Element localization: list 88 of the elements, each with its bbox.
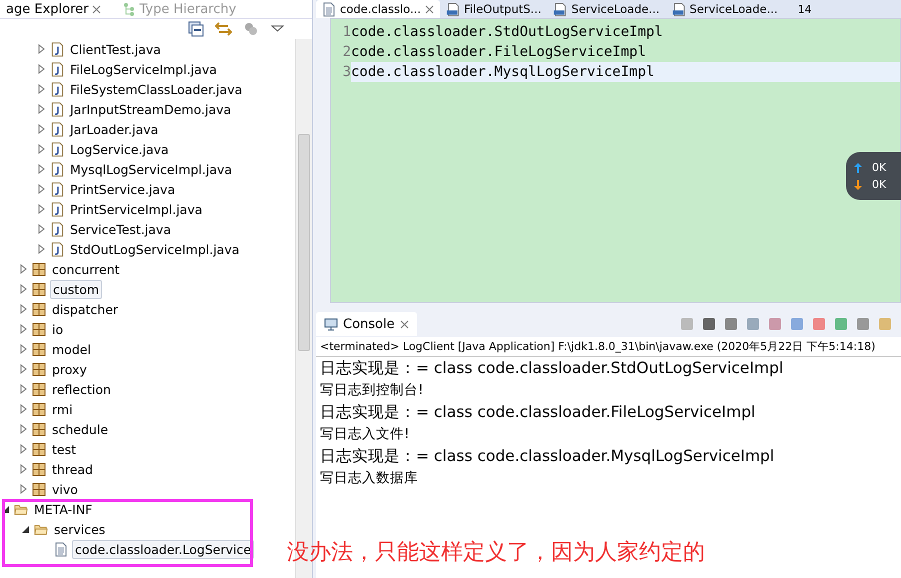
java-file-icon bbox=[50, 242, 64, 256]
console-line: 写日志入文件! bbox=[319, 425, 410, 444]
package-icon bbox=[32, 422, 46, 436]
line-number: 3 bbox=[331, 62, 351, 82]
package-icon bbox=[32, 442, 46, 456]
tree-item[interactable]: ClientTest.java bbox=[68, 40, 163, 58]
tree-item[interactable]: PrintService.java bbox=[68, 180, 178, 198]
monitor-icon bbox=[324, 318, 338, 330]
collapse-all-icon[interactable] bbox=[188, 21, 205, 37]
close-icon[interactable] bbox=[400, 320, 409, 328]
java-file-icon bbox=[50, 142, 64, 156]
package-icon bbox=[32, 362, 46, 376]
code-line: code.classloader.StdOutLogServiceImpl bbox=[351, 24, 663, 40]
java-file-icon bbox=[50, 202, 64, 216]
code-line: code.classloader.MysqlLogServiceImpl bbox=[351, 64, 654, 80]
upload-speed: 0K bbox=[872, 161, 886, 174]
class-file-icon bbox=[446, 2, 460, 16]
expanded-arrow-icon[interactable] bbox=[2, 504, 10, 514]
console-line: 日志实现是：= class code.classloader.StdOutLogServiceImpl bbox=[319, 358, 784, 379]
link-editor-icon[interactable] bbox=[215, 21, 232, 37]
package-icon bbox=[32, 482, 46, 496]
console-status: <terminated> LogClient [Java Application] F:\jdk1.8.0_31\bin\javaw.exe (2020年5月22日 下午5:14:18) bbox=[316, 337, 901, 357]
tree-item[interactable]: ServiceTest.java bbox=[68, 220, 173, 238]
java-file-icon bbox=[50, 42, 64, 56]
tree-item[interactable]: vivo bbox=[50, 480, 80, 498]
java-file-icon bbox=[50, 162, 64, 176]
tree-item[interactable]: META-INF bbox=[32, 500, 94, 518]
tree-item[interactable]: proxy bbox=[50, 360, 89, 378]
tree-item[interactable]: FileSystemClassLoader.java bbox=[68, 80, 244, 98]
package-icon bbox=[32, 282, 46, 296]
tree-item[interactable]: JarLoader.java bbox=[68, 120, 160, 138]
package-icon bbox=[32, 302, 46, 316]
tree-item[interactable]: rmi bbox=[50, 400, 75, 418]
tree-item[interactable]: PrintServiceImpl.java bbox=[68, 200, 204, 218]
tree-item[interactable]: MysqlLogServiceImpl.java bbox=[68, 160, 234, 178]
tree-item[interactable]: FileLogServiceImpl.java bbox=[68, 60, 219, 78]
java-file-icon bbox=[50, 222, 64, 236]
editor-tab[interactable]: FileOutputS... bbox=[440, 0, 548, 18]
class-file-icon bbox=[553, 2, 568, 16]
tree-item[interactable]: thread bbox=[50, 460, 95, 478]
package-icon bbox=[32, 402, 46, 416]
view-tab[interactable]: age Explorer bbox=[0, 2, 108, 16]
java-file-icon bbox=[50, 62, 64, 76]
tree-item[interactable]: reflection bbox=[50, 380, 113, 398]
console-line: 写日志到控制台! bbox=[319, 381, 424, 400]
hidden-tabs-count[interactable]: 14 bbox=[798, 2, 812, 16]
tree-item[interactable]: test bbox=[50, 440, 78, 458]
console-line: 写日志入数据库 bbox=[319, 469, 419, 488]
package-icon bbox=[32, 322, 46, 336]
text-file-icon bbox=[322, 2, 336, 16]
download-arrow-icon bbox=[854, 180, 862, 190]
expanded-arrow-icon[interactable] bbox=[22, 524, 30, 534]
annotation-text: 没办法，只能这样定义了，因为人家约定的 bbox=[287, 539, 705, 567]
tree-item[interactable]: model bbox=[50, 340, 93, 358]
tree-item[interactable]: StdOutLogServiceImpl.java bbox=[68, 240, 242, 258]
package-icon bbox=[32, 342, 46, 356]
close-icon[interactable] bbox=[424, 4, 434, 14]
package-icon bbox=[32, 262, 46, 276]
console-line: 日志实现是：= class code.classloader.FileLogServiceImpl bbox=[319, 402, 756, 423]
editor-tab[interactable]: ServiceLoade... bbox=[547, 0, 666, 18]
code-line: code.classloader.FileLogServiceImpl bbox=[351, 44, 646, 60]
editor-tab[interactable]: ServiceLoade... bbox=[666, 0, 784, 18]
tree-item[interactable]: io bbox=[50, 320, 66, 338]
tree-item[interactable]: schedule bbox=[50, 420, 110, 438]
tree-item[interactable]: dispatcher bbox=[50, 300, 120, 318]
console-tab[interactable]: Console bbox=[316, 312, 417, 336]
scrollbar-thumb[interactable] bbox=[298, 134, 310, 351]
package-icon bbox=[32, 382, 46, 396]
editor-tab[interactable]: code.classlo... bbox=[316, 0, 440, 18]
tree-item[interactable]: services bbox=[52, 520, 108, 538]
package-icon bbox=[32, 462, 46, 476]
tree-item[interactable]: custom bbox=[50, 280, 102, 298]
tree-item[interactable]: concurrent bbox=[50, 260, 122, 278]
java-file-icon bbox=[50, 122, 64, 136]
close-icon[interactable] bbox=[92, 4, 102, 14]
java-file-icon bbox=[50, 182, 64, 196]
hierarchy-icon bbox=[123, 2, 136, 16]
class-file-icon bbox=[672, 2, 686, 16]
console-line: 日志实现是：= class code.classloader.MysqlLogServiceImpl bbox=[319, 446, 776, 467]
tree-item[interactable]: code.classloader.LogService bbox=[72, 540, 254, 558]
download-speed: 0K bbox=[872, 178, 886, 191]
tree-item[interactable]: LogService.java bbox=[68, 140, 171, 158]
text-file-icon bbox=[54, 542, 68, 556]
java-file-icon bbox=[50, 102, 64, 116]
upload-arrow-icon bbox=[854, 162, 862, 172]
editor-area[interactable]: 1code.classloader.StdOutLogServiceImpl 2code.classloader.FileLogServiceImpl 3code.classloader.MysqlLogServiceImpl 0K 0K bbox=[330, 18, 901, 303]
java-file-icon bbox=[50, 82, 64, 96]
tree-item[interactable]: JarInputStreamDemo.java bbox=[68, 100, 234, 118]
